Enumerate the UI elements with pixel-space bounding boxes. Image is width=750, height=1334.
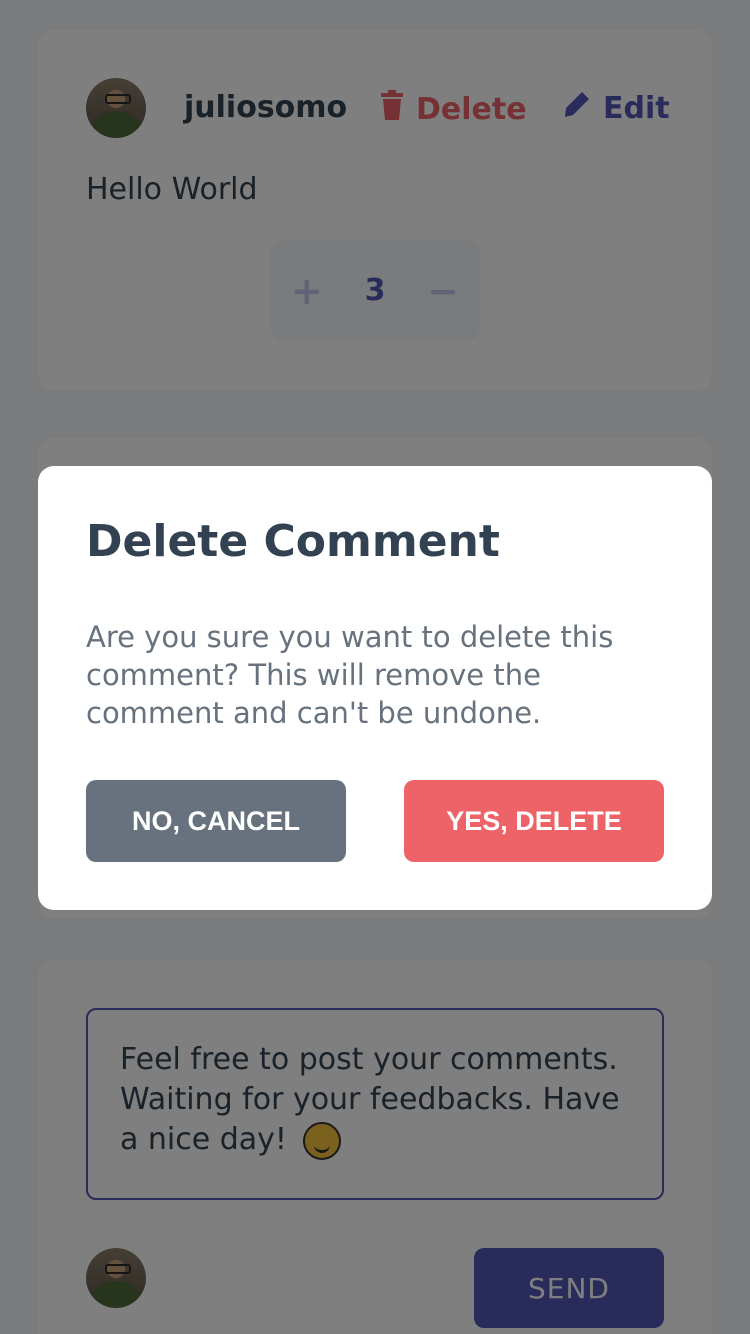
delete-comment-dialog: Delete Comment Are you sure you want to … [38,466,712,910]
confirm-delete-button[interactable]: YES, DELETE [404,780,664,862]
dialog-title: Delete Comment [86,516,500,567]
dialog-message: Are you sure you want to delete this com… [86,620,614,730]
cancel-button[interactable]: NO, CANCEL [86,780,346,862]
